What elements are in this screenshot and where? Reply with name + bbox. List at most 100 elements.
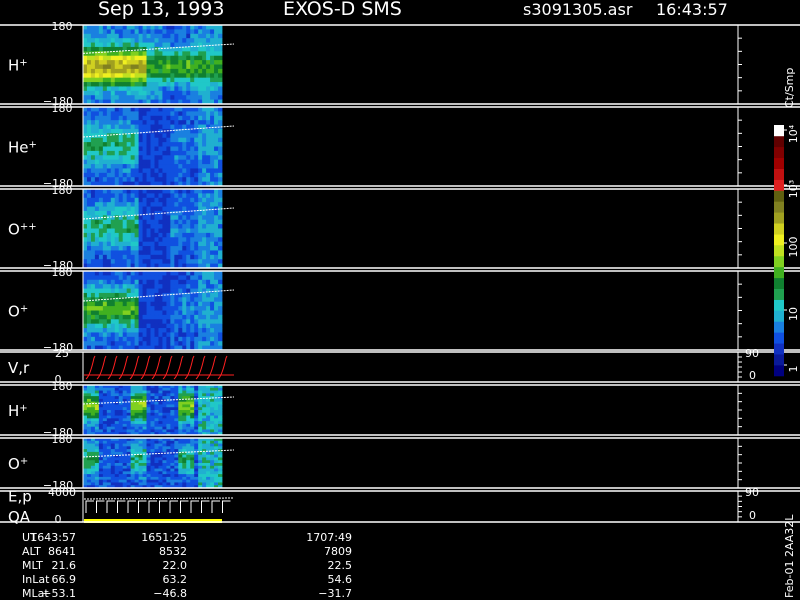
heatmap-cell: [110, 288, 116, 294]
heatmap-cell: [154, 407, 159, 411]
heatmap-cell: [110, 210, 116, 216]
orbit-value: −46.8: [153, 587, 187, 600]
heatmap-cell: [138, 202, 143, 207]
heatmap-cell: [98, 310, 104, 316]
heatmap-cell: [130, 46, 136, 52]
heatmap-cell: [94, 146, 100, 152]
heatmap-cell: [170, 474, 175, 478]
heatmap-cell: [178, 250, 183, 256]
heatmap-cell: [198, 150, 203, 156]
heatmap-cell: [210, 404, 215, 408]
heatmap-cell: [198, 95, 203, 101]
heatmap-cell: [94, 137, 100, 143]
heatmap-cell: [178, 341, 183, 347]
heatmap-cell: [206, 451, 211, 456]
heatmap-cell: [118, 449, 124, 453]
heatmap-cell: [218, 86, 223, 92]
heatmap-cell: [214, 51, 219, 57]
heatmap-cell: [90, 284, 96, 289]
heatmap-cell: [194, 410, 199, 414]
heatmap-cell: [194, 482, 199, 486]
heatmap-cell: [190, 250, 195, 256]
colorbar-swatch: [774, 146, 784, 159]
heatmap-cell: [114, 64, 120, 70]
heatmap-cell: [126, 189, 132, 194]
heatmap-cell: [190, 284, 195, 289]
heatmap-cell: [118, 250, 124, 256]
heatmap-cell: [186, 164, 191, 169]
heatmap-cell: [86, 387, 92, 391]
heatmap-cell: [170, 120, 175, 125]
heatmap-cell: [202, 429, 207, 433]
heatmap-cell: [83, 232, 88, 238]
heatmap-cell: [206, 60, 211, 65]
heatmap-cell: [126, 107, 132, 112]
heatmap-cell: [90, 55, 96, 61]
heatmap-cell: [142, 68, 147, 74]
heatmap-cell: [182, 314, 187, 320]
heatmap-cell: [130, 241, 136, 247]
heatmap-cell: [158, 440, 163, 444]
heatmap-cell: [214, 82, 219, 87]
heatmap-cell: [190, 412, 195, 416]
y-max-label: 180: [52, 102, 73, 115]
heatmap-cell: [198, 328, 203, 333]
heatmap-cell: [98, 387, 104, 391]
heatmap-cell: [138, 68, 143, 74]
heatmap-cell: [158, 150, 163, 156]
heatmap-cell: [110, 55, 116, 61]
heatmap-cell: [158, 146, 163, 152]
heatmap-cell: [214, 159, 219, 165]
heatmap-cell: [214, 401, 219, 405]
heatmap-cell: [83, 463, 88, 467]
heatmap-cell: [190, 68, 195, 74]
heatmap-cell: [174, 107, 179, 112]
heatmap-cell: [202, 64, 207, 70]
heatmap-cell: [130, 193, 136, 199]
heatmap-cell: [134, 306, 139, 311]
heatmap-cell: [90, 390, 96, 394]
heatmap-cell: [170, 341, 175, 347]
heatmap-cell: [134, 250, 139, 256]
heatmap-cell: [166, 328, 171, 333]
heatmap-cell: [178, 146, 183, 152]
heatmap-cell: [218, 202, 223, 207]
heatmap-cell: [190, 474, 195, 478]
heatmap-cell: [150, 177, 155, 183]
heatmap-cell: [83, 426, 88, 430]
heatmap-cell: [178, 426, 183, 430]
heatmap-cell: [214, 323, 219, 329]
heatmap-cell: [130, 463, 136, 467]
heatmap-cell: [170, 314, 175, 320]
heatmap-cell: [178, 150, 183, 156]
heatmap-cell: [198, 457, 203, 461]
heatmap-cell: [178, 314, 183, 320]
heatmap-cell: [118, 115, 124, 121]
heatmap-cell: [134, 323, 139, 329]
heatmap-cell: [218, 471, 223, 475]
heatmap-cell: [118, 111, 124, 117]
heatmap-cell: [106, 460, 112, 464]
heatmap-cell: [154, 465, 159, 469]
heatmap-cell: [210, 460, 215, 464]
heatmap-cell: [174, 241, 179, 247]
heatmap-cell: [126, 60, 132, 65]
heatmap-cell: [162, 228, 167, 234]
heatmap-cell: [210, 292, 215, 298]
heatmap-cell: [206, 155, 211, 161]
heatmap-cell: [218, 284, 223, 289]
heatmap-cell: [182, 159, 187, 165]
heatmap-cell: [110, 297, 116, 303]
heatmap-cell: [106, 197, 112, 203]
heatmap-cell: [194, 120, 199, 125]
heatmap-cell: [218, 393, 223, 397]
heatmap-cell: [114, 471, 120, 475]
heatmap-cell: [98, 398, 104, 403]
heatmap-cell: [94, 468, 100, 472]
heatmap-cell: [154, 237, 159, 243]
heatmap-cell: [214, 415, 219, 419]
heatmap-cell: [182, 479, 187, 483]
heatmap-cell: [198, 142, 203, 147]
heatmap-cell: [218, 82, 223, 87]
heatmap-cell: [142, 288, 147, 294]
